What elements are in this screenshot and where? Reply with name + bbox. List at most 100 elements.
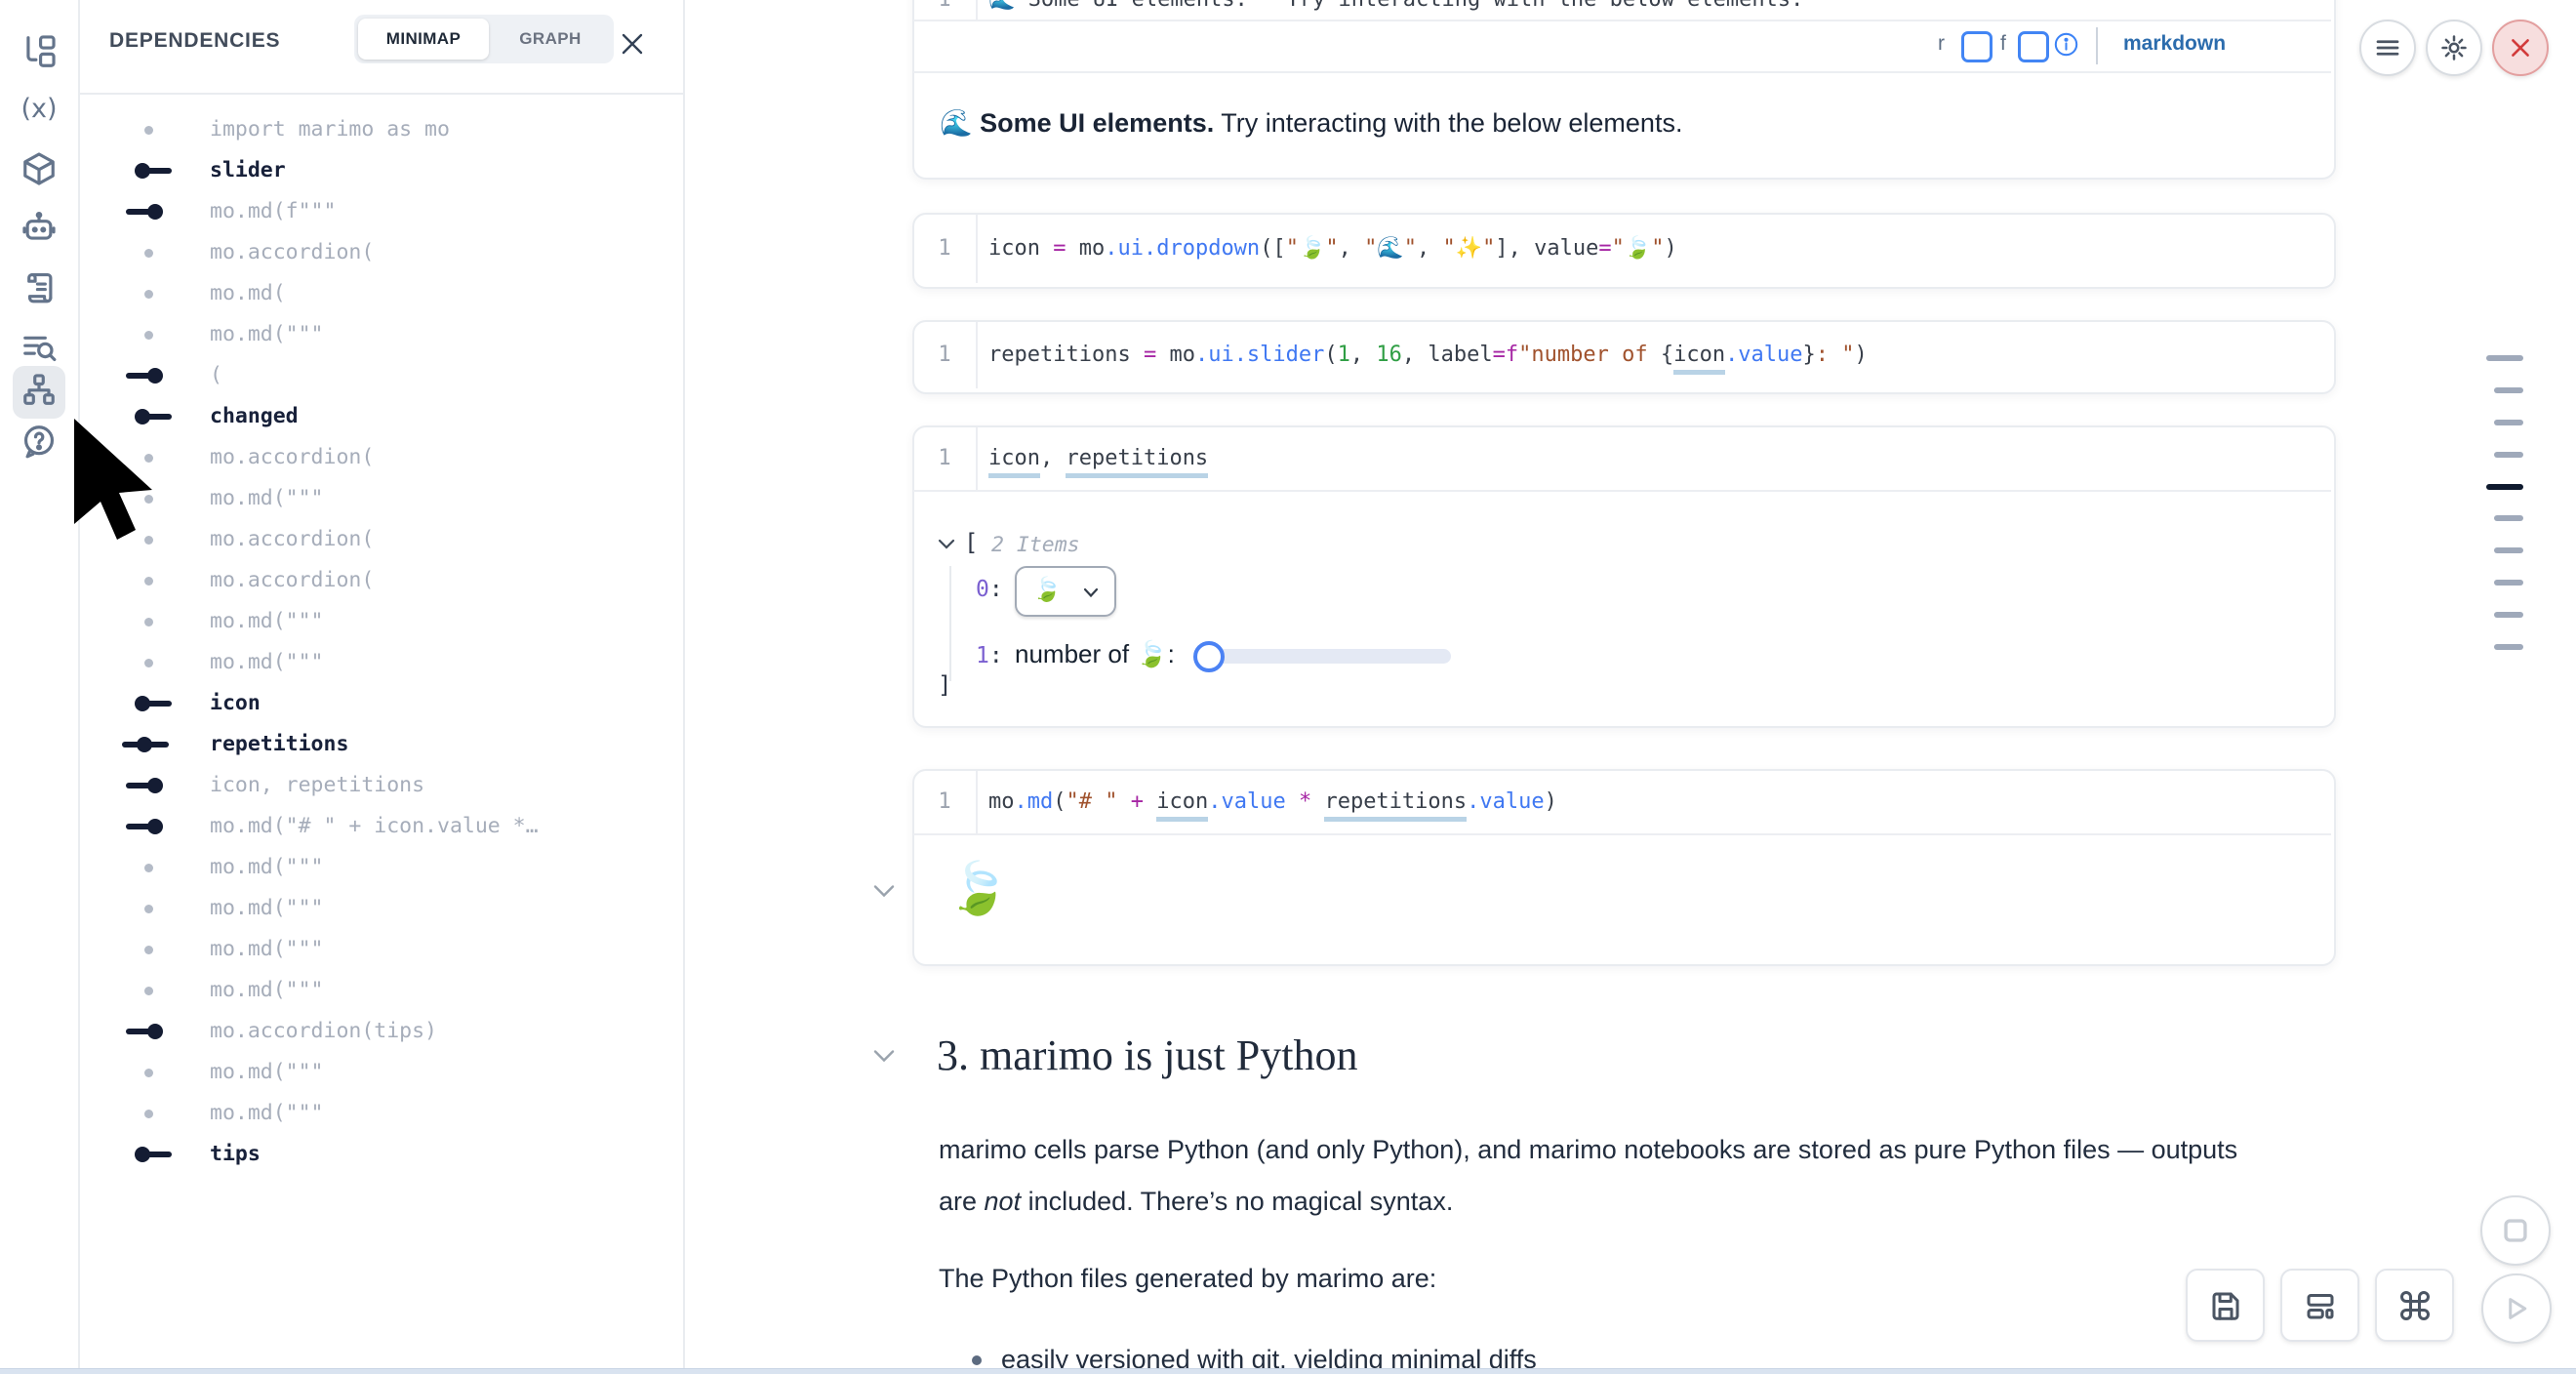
minimap-item[interactable]: mo.md("""	[78, 929, 681, 970]
cell-language-badge[interactable]: markdown	[2123, 32, 2226, 56]
cell-indicator[interactable]	[2494, 580, 2523, 586]
code-line[interactable]: repetitions = mo.ui.slider(1, 16, label=…	[988, 342, 1868, 369]
cell-indicator[interactable]	[2486, 355, 2523, 361]
cell-indicator[interactable]	[2494, 612, 2523, 618]
help-icon[interactable]	[20, 423, 58, 460]
left-icon-rail	[0, 0, 80, 1368]
minimap-item[interactable]: mo.accordion(	[78, 437, 681, 478]
minimap-item[interactable]: mo.md("""	[78, 601, 681, 642]
minimap-item[interactable]: mo.md(	[78, 273, 681, 314]
stop-button[interactable]	[2480, 1195, 2551, 1266]
save-button[interactable]	[2186, 1269, 2265, 1342]
minimap-item[interactable]: repetitions	[78, 724, 681, 765]
cell-indicator-active[interactable]	[2486, 484, 2523, 490]
minimap-item[interactable]: mo.md("""	[78, 642, 681, 683]
minimap-item-label: mo.md("""	[210, 314, 324, 355]
toolbar-r-checkbox[interactable]	[1961, 31, 1992, 62]
file-explorer-icon[interactable]	[20, 33, 58, 70]
tab-minimap[interactable]: MINIMAP	[358, 19, 489, 60]
code-token: 1	[1338, 343, 1350, 367]
shutdown-button[interactable]	[2492, 20, 2549, 76]
markdown-source-line[interactable]: 🌊 Some UI elements. Try interacting with…	[988, 0, 1803, 14]
md-output-rest: Try interacting with the below elements.	[1214, 108, 1682, 138]
variables-icon[interactable]: (x)	[16, 91, 62, 128]
info-icon[interactable]	[2053, 31, 2079, 58]
layout-button[interactable]	[2280, 1269, 2359, 1342]
packages-icon[interactable]	[20, 150, 58, 187]
paragraph-line-3: The Python files generated by marimo are…	[939, 1264, 1436, 1294]
cell-indicator[interactable]	[2494, 452, 2523, 458]
minimap-item-label: mo.md("# " + icon.value *…	[210, 806, 539, 847]
cell-dot-icon	[125, 601, 183, 642]
minimap-item-label: mo.md("""	[210, 929, 324, 970]
close-panel-icon[interactable]	[619, 30, 646, 58]
minimap-item[interactable]: mo.md("""	[78, 847, 681, 888]
cell-indicator[interactable]	[2494, 387, 2523, 393]
minimap-item[interactable]: mo.md("""	[78, 1052, 681, 1093]
tree-item-count: 2 Items	[991, 533, 1080, 557]
minimap-item[interactable]: mo.md("# " + icon.value *…	[78, 806, 681, 847]
minimap-item-label: mo.md("""	[210, 1093, 324, 1134]
minimap-item[interactable]: slider	[78, 150, 681, 191]
tab-graph[interactable]: GRAPH	[491, 19, 610, 60]
snippets-icon[interactable]	[20, 269, 58, 306]
minimap-item[interactable]: mo.md("""	[78, 1093, 681, 1134]
logs-search-icon[interactable]	[20, 328, 58, 365]
command-palette-button[interactable]	[2375, 1269, 2454, 1342]
panel-title: DEPENDENCIES	[109, 29, 280, 53]
tree-index-0: 0:	[976, 577, 1003, 602]
line-number: 1	[925, 788, 964, 816]
code-line[interactable]: icon = mo.ui.dropdown(["🍃", "🌊", "✨"], v…	[988, 235, 1677, 263]
code-token	[1311, 789, 1324, 814]
cell-dot-icon	[125, 929, 183, 970]
minimap-item[interactable]: (	[78, 355, 681, 396]
run-button[interactable]	[2481, 1273, 2552, 1344]
minimap-item[interactable]: changed	[78, 396, 681, 437]
code-line[interactable]: mo.md("# " + icon.value * repetitions.va…	[988, 788, 1557, 816]
minimap-item[interactable]: mo.accordion(	[78, 519, 681, 560]
cell-indicator[interactable]	[2494, 515, 2523, 521]
bottom-edge-strip	[0, 1368, 2576, 1374]
minimap-item[interactable]: mo.md("""	[78, 478, 681, 519]
minimap-item[interactable]: mo.md("""	[78, 970, 681, 1011]
minimap-item[interactable]: icon, repetitions	[78, 765, 681, 806]
section-collapse-icon[interactable]	[873, 1049, 895, 1068]
ai-assistant-icon[interactable]	[20, 209, 58, 246]
minimap-item-label: mo.accordion(	[210, 232, 374, 273]
tree-collapse-icon[interactable]	[938, 537, 955, 554]
tree-bracket-close: ]	[938, 671, 951, 699]
minimap-item[interactable]: tips	[78, 1134, 681, 1175]
minimap-item-label: mo.md(f"""	[210, 191, 336, 232]
code-token: =	[1053, 236, 1066, 261]
code-token: ,	[1350, 343, 1377, 367]
minimap-item[interactable]: import marimo as mo	[78, 109, 681, 150]
icon-dropdown-select[interactable]: 🍃	[1015, 566, 1116, 617]
minimap-item[interactable]: mo.accordion(	[78, 560, 681, 601]
settings-button[interactable]	[2426, 20, 2482, 76]
cell-link-icon	[125, 765, 183, 806]
cell-indicator[interactable]	[2494, 547, 2523, 553]
cell-indicator[interactable]	[2494, 644, 2523, 650]
cell-link-icon	[125, 806, 183, 847]
minimap-item[interactable]: mo.md("""	[78, 888, 681, 929]
index-number: 0	[976, 577, 989, 602]
minimap-item[interactable]: mo.md(f"""	[78, 191, 681, 232]
cell-collapse-icon[interactable]	[873, 884, 895, 903]
menu-button[interactable]	[2359, 20, 2416, 76]
minimap-item[interactable]: mo.accordion(tips)	[78, 1011, 681, 1052]
repetitions-slider-thumb[interactable]	[1193, 641, 1225, 672]
minimap-item[interactable]: mo.accordion(	[78, 232, 681, 273]
markdown-cell[interactable]	[912, 0, 2336, 180]
gutter-divider	[976, 215, 978, 283]
code-line[interactable]: icon, repetitions	[988, 445, 1208, 472]
code-token: icon	[1673, 343, 1725, 375]
minimap-item[interactable]: icon	[78, 683, 681, 724]
code-token: repetitions	[1066, 446, 1208, 478]
code-token: +	[1131, 789, 1144, 814]
toolbar-f-checkbox[interactable]	[2018, 31, 2049, 62]
repetitions-slider-track[interactable]	[1195, 649, 1451, 664]
minimap-item[interactable]: mo.md("""	[78, 314, 681, 355]
cell-indicator[interactable]	[2494, 420, 2523, 425]
toolbar-f-label: f	[2000, 32, 2006, 56]
dependencies-icon[interactable]	[20, 372, 58, 409]
